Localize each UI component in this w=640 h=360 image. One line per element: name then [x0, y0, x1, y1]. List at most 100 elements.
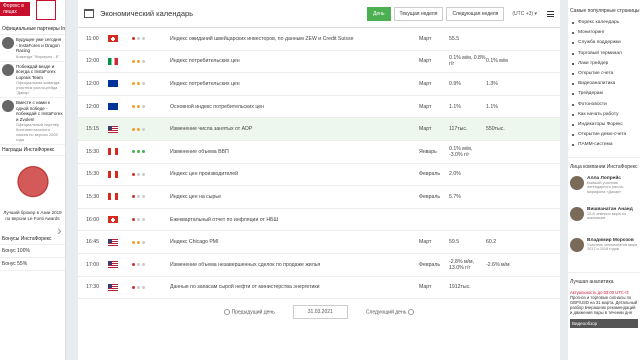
popular-page-link[interactable]: ПАММ-система: [570, 140, 638, 150]
logo-row: Форекс в лицах: [0, 0, 65, 24]
current-week-button[interactable]: Текущая неделя: [393, 6, 444, 21]
table-row[interactable]: 12:00 Индекс потребительских цен Март 0.1% …: [78, 51, 560, 74]
promo-text: Вместе с нами к одной победе - побеждай …: [16, 100, 63, 122]
analyst-card[interactable]: Алла Лопрейс Бывший участник легендарного…: [568, 173, 640, 204]
country-flag-icon: [108, 170, 132, 178]
event-time: 15:30: [86, 171, 99, 178]
promo-item[interactable]: Побеждай везде и всегда с InstaForex Lop…: [0, 62, 65, 98]
analyst-card[interactable]: Владимир Морозов Участник чемпионатов мир…: [568, 235, 640, 266]
volatility-dot: [142, 59, 145, 63]
table-row[interactable]: 15:30 Индекс цен производителей Февраль 2.0…: [78, 164, 560, 187]
prev-day-link[interactable]: Предыдущий день: [222, 308, 275, 315]
volatility-dot: [137, 195, 140, 199]
event-name[interactable]: Индекс потребительских цен: [166, 58, 419, 64]
table-row[interactable]: 17:00 Изменение объема незавершенных сдел…: [78, 254, 560, 277]
day-button[interactable]: День: [367, 6, 391, 21]
event-period: Январь: [419, 148, 437, 155]
volatility-dot: [137, 263, 140, 267]
popular-page-link[interactable]: Видеоаналитика: [570, 79, 638, 89]
country-flag-icon: [108, 148, 132, 156]
event-name[interactable]: Ежеквартальный отчет по инфляции от НБШ: [166, 217, 419, 223]
country-flag-icon: [108, 261, 132, 269]
analyst-desc: Бывший участник легендарного ралли-мараф…: [587, 180, 624, 194]
event-name[interactable]: Основной индекс потребительских цен: [166, 104, 419, 110]
date-input[interactable]: 31.03.2021: [292, 305, 348, 320]
event-name[interactable]: Индекс потребительских цен: [166, 81, 419, 87]
bonus-item[interactable]: Бонус 55%: [0, 258, 65, 271]
menu-icon[interactable]: [547, 10, 554, 17]
table-row[interactable]: 15:15 Изменение числа занятых от ADP Март 1…: [78, 118, 560, 141]
popular-page-link[interactable]: Открытие демо-счета: [570, 130, 638, 140]
analyst-card[interactable]: Вишванатан Ананд 15-й чемпион мира по шах…: [568, 204, 640, 235]
next-week-button[interactable]: Следующая неделя: [446, 6, 505, 21]
event-time: 16:45: [86, 239, 99, 246]
table-row[interactable]: 15:30 Изменение объема ВВП Январь 0.1% м/м,…: [78, 141, 560, 164]
table-row[interactable]: 15:30 Индекс цен на сырье Февраль 5.7%: [78, 186, 560, 209]
popular-page-link[interactable]: Мониторинг: [570, 28, 638, 38]
popular-page-link[interactable]: Трейдерам: [570, 89, 638, 99]
events-table: 11:00 Индекс ожиданий швейцарских инвесто…: [78, 28, 560, 300]
popular-page-link[interactable]: Индикаторы Форекс: [570, 120, 638, 130]
event-name[interactable]: Изменение объема незавершенных сделок по…: [166, 262, 419, 268]
popular-pages-title: Самые популярные страницы: [570, 8, 640, 14]
table-row[interactable]: 16:00 Ежеквартальный отчет по инфляции от…: [78, 209, 560, 232]
volatility-dot: [142, 37, 145, 41]
volatility-dot: [132, 195, 135, 199]
event-time: 11:00: [86, 35, 99, 42]
logo-text[interactable]: Форекс в лицах: [0, 2, 30, 16]
country-flag-icon: [108, 57, 132, 65]
event-name[interactable]: Изменение числа занятых от ADP: [166, 126, 419, 132]
page-title: Экономический календарь: [100, 9, 194, 18]
table-row[interactable]: 16:45 Индекс Chicago PMI Март 59.5 60.2: [78, 231, 560, 254]
radio-icon: [408, 308, 415, 315]
promo-item[interactable]: Будущее уже сегодня - InstaForex и Drago…: [0, 35, 65, 62]
award-card[interactable]: Лучший брокер в Азии 2019 по версии Le F…: [2, 160, 63, 230]
award-caption: Лучший брокер в Азии 2019 по версии Le F…: [3, 210, 62, 221]
table-row[interactable]: 12:00 Индекс потребительских цен Март 0.9% 1…: [78, 73, 560, 96]
next-day-link[interactable]: Следующий день: [366, 308, 417, 315]
event-name[interactable]: Индекс Chicago PMI: [166, 239, 419, 245]
event-name[interactable]: Данные по запасам сырой нефти от министе…: [166, 284, 419, 290]
volatility-dot: [137, 172, 140, 176]
event-name[interactable]: Индекс цен на сырье: [166, 194, 419, 200]
event-time: 15:15: [86, 126, 99, 133]
promo-item[interactable]: Вместе с нами к одной победе - побеждай …: [0, 98, 65, 145]
volatility-indicator: [132, 105, 166, 109]
popular-page-link[interactable]: Фотоновости: [570, 100, 638, 110]
event-time: 12:00: [86, 103, 99, 110]
analytics-title: Лучшая аналитика: [568, 271, 640, 288]
popular-page-link[interactable]: Как начать работу: [570, 110, 638, 120]
table-row[interactable]: 17:30 Данные по запасам сырой нефти от ми…: [78, 277, 560, 300]
volatility-dot: [142, 195, 145, 199]
logo-icon[interactable]: [36, 0, 56, 20]
volatility-dot: [142, 127, 145, 131]
table-row[interactable]: 12:00 Основной индекс потребительских цен…: [78, 96, 560, 119]
event-name[interactable]: Изменение объема ВВП: [166, 149, 419, 155]
partners-title: Официальные партнеры InstaForex: [0, 24, 65, 35]
popular-page-link[interactable]: Открытие счета: [570, 69, 638, 79]
chevron-right-icon[interactable]: ›: [57, 222, 62, 238]
event-name[interactable]: Индекс ожиданий швейцарских инвесторов, …: [166, 36, 419, 42]
timezone-select[interactable]: (UTC +3) ▾: [512, 11, 537, 17]
volatility-indicator: [132, 195, 166, 199]
analyst-name: Владимир Морозов: [587, 237, 634, 243]
table-row[interactable]: 11:00 Индекс ожиданий швейцарских инвесто…: [78, 28, 560, 51]
event-time: 12:00: [86, 80, 99, 87]
volatility-dot: [137, 37, 140, 41]
volatility-dot: [132, 263, 135, 267]
event-actual: 0.9%: [449, 80, 461, 87]
volatility-dot: [142, 172, 145, 176]
left-sidebar: Форекс в лицах Официальные партнеры Inst…: [0, 0, 66, 360]
popular-page-link[interactable]: Служба поддержки: [570, 38, 638, 48]
bonus-item[interactable]: Бонус 100%: [0, 245, 65, 258]
event-actual: 59.5: [449, 239, 460, 246]
event-name[interactable]: Индекс цен производителей: [166, 171, 419, 177]
news-item[interactable]: Актуальность до 03:00 UTC+3 Прогноз и то…: [568, 288, 640, 330]
popular-page-link[interactable]: Торговый терминал: [570, 49, 638, 59]
volatility-dot: [132, 59, 135, 63]
volatility-dot: [142, 218, 145, 222]
country-flag-icon: [108, 216, 132, 224]
country-flag-icon: [108, 193, 132, 201]
popular-page-link[interactable]: Форекс календарь: [570, 18, 638, 28]
popular-page-link[interactable]: Лаки трейдер: [570, 59, 638, 69]
